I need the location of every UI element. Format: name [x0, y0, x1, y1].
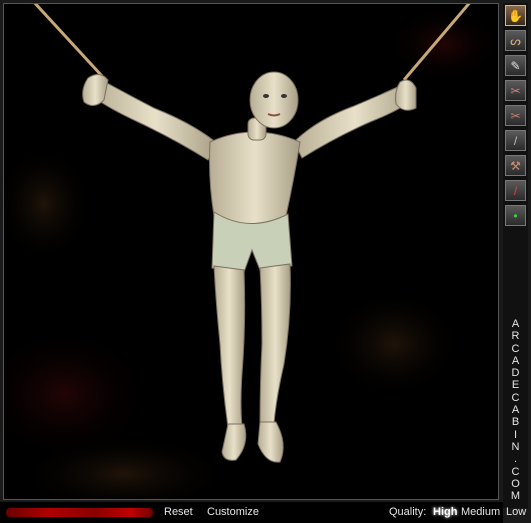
game-stage[interactable]: [3, 3, 499, 500]
vertical-letter: .: [513, 453, 518, 466]
ragdoll-scene[interactable]: [4, 4, 499, 500]
face-eye: [281, 94, 287, 98]
rope-icon[interactable]: ᔕ: [505, 30, 526, 51]
vertical-letter: B: [511, 416, 520, 429]
vertical-letter: C: [511, 342, 520, 355]
customize-button[interactable]: Customize: [207, 506, 259, 518]
right-leg[interactable]: [259, 263, 291, 425]
game-frame: ✋ ᔕ ✎ ✂ ✂ / ⚒ / • A R C A D E C A B I N …: [0, 0, 531, 523]
vertical-letter: D: [511, 367, 520, 380]
hammer-glyph: ⚒: [510, 158, 521, 173]
knife-glyph: ✎: [510, 58, 521, 73]
dirt-stain: [324, 289, 464, 399]
vertical-letter: A: [511, 404, 520, 417]
rope-glyph: ᔕ: [510, 33, 521, 48]
vertical-letter: O: [511, 477, 520, 490]
right-foot[interactable]: [257, 421, 284, 463]
left-leg[interactable]: [213, 265, 246, 429]
face-eye: [263, 94, 269, 98]
hand-icon[interactable]: ✋: [505, 5, 526, 26]
head[interactable]: [249, 71, 299, 129]
blade-glyph: /: [513, 183, 518, 198]
vertical-letter: A: [511, 318, 520, 330]
quality-high-option[interactable]: High: [433, 506, 457, 518]
nail-glyph: /: [513, 133, 518, 148]
nail-icon[interactable]: /: [505, 130, 526, 151]
hammer-icon[interactable]: ⚒: [505, 155, 526, 176]
arcadecabin-vertical-text: A R C A D E C A B I N . C O M: [503, 318, 528, 502]
left-arm[interactable]: [91, 77, 219, 161]
syringe-glyph: •: [513, 208, 518, 223]
knife-icon[interactable]: ✎: [505, 55, 526, 76]
vertical-letter: A: [511, 354, 520, 367]
vertical-letter: M: [510, 490, 521, 503]
quality-label: Quality:: [389, 506, 427, 518]
vertical-letter: C: [511, 391, 520, 404]
left-foot[interactable]: [221, 423, 247, 461]
bottom-bar: Reset Customize Quality: High Medium: [0, 502, 503, 523]
scissors-icon[interactable]: ✂: [505, 105, 526, 126]
vertical-letter: E: [511, 379, 520, 392]
pliers-icon[interactable]: ✂: [505, 80, 526, 101]
vertical-letter: I: [513, 428, 518, 441]
dirt-stain: [384, 4, 498, 84]
vertical-letter: R: [511, 330, 520, 343]
blood-meter: [6, 508, 153, 517]
quality-low-option[interactable]: Low: [506, 506, 526, 518]
left-rope[interactable]: [32, 4, 104, 78]
quality-medium-option[interactable]: Medium: [461, 506, 500, 518]
reset-button[interactable]: Reset: [164, 506, 193, 518]
dirt-stain: [4, 144, 94, 264]
scissors-glyph: ✂: [510, 108, 521, 123]
blade-icon[interactable]: /: [505, 180, 526, 201]
syringe-icon[interactable]: •: [505, 205, 526, 226]
pliers-glyph: ✂: [510, 83, 521, 98]
hand-glyph: ✋: [508, 8, 523, 23]
vertical-letter: N: [511, 440, 520, 453]
vertical-letter: C: [511, 465, 520, 478]
right-hand[interactable]: [395, 79, 417, 111]
